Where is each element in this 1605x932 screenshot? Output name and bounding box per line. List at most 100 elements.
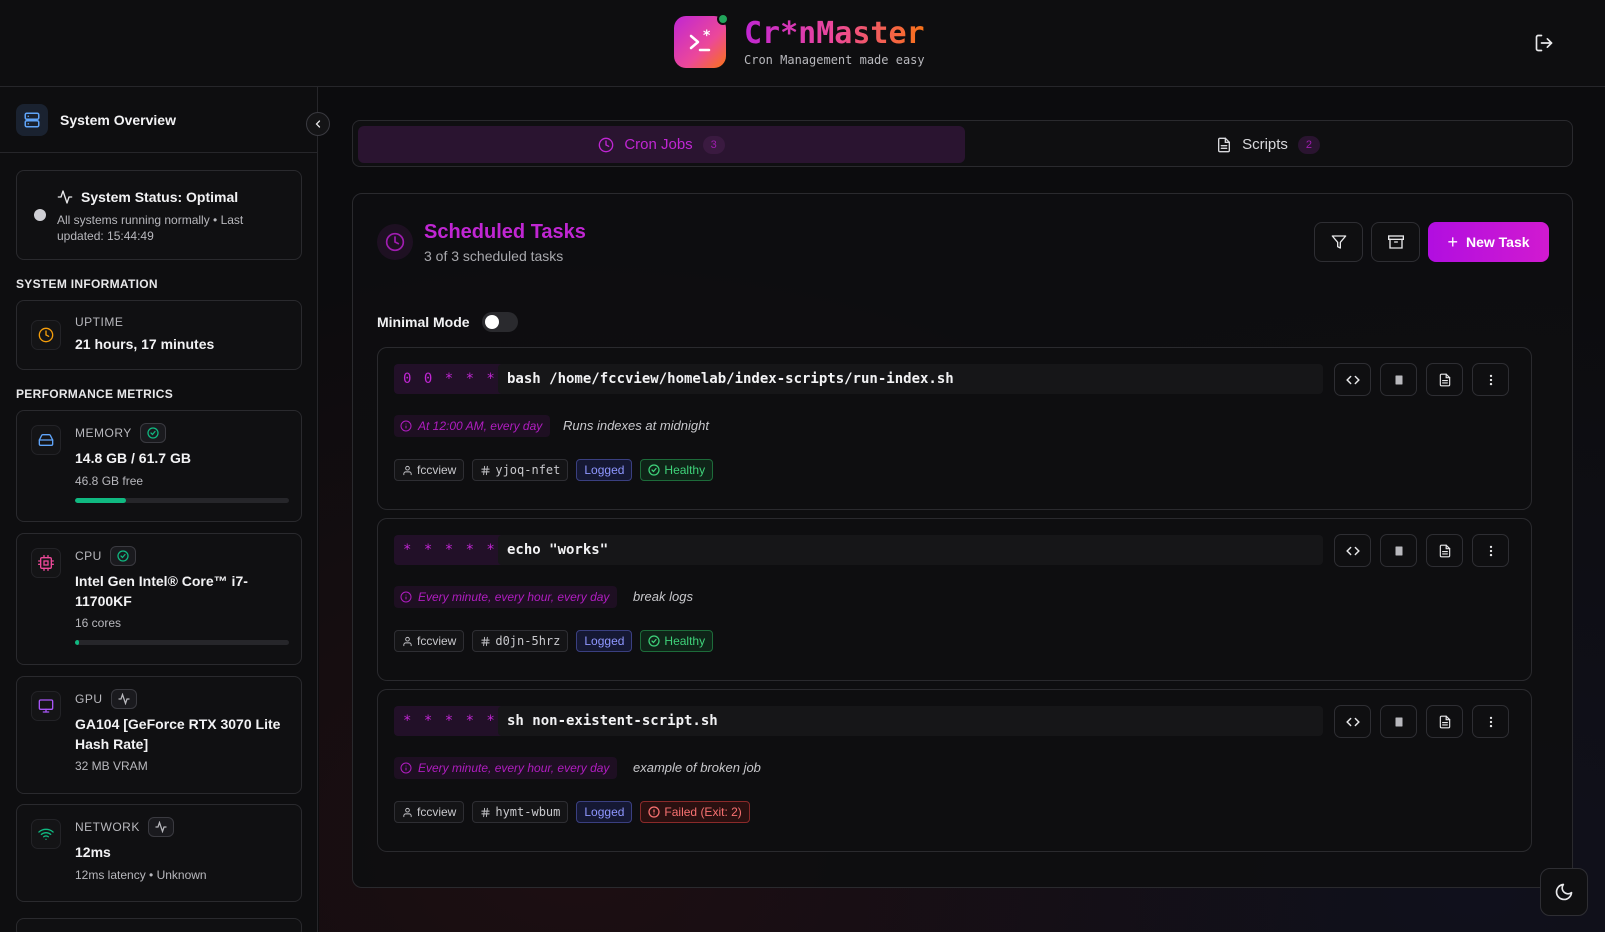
- cpu-value: Intel Gen Intel® Core™ i7-11700KF: [75, 573, 248, 609]
- stop-icon: [1395, 375, 1402, 384]
- info-icon: [400, 762, 412, 774]
- user-name: fccview: [417, 634, 457, 648]
- job-command[interactable]: echo "works": [498, 535, 1323, 565]
- cpu-usage-bar: [75, 640, 289, 645]
- code-icon: [1345, 546, 1360, 555]
- logout-icon: [1535, 34, 1553, 52]
- job-description: example of broken job: [633, 760, 761, 775]
- edit-code-button[interactable]: [1334, 363, 1371, 396]
- view-logs-button[interactable]: [1426, 534, 1463, 567]
- gpu-label: GPU: [75, 692, 103, 706]
- wifi-icon: [31, 819, 61, 849]
- next-card-peek: [16, 918, 302, 932]
- cron-schedule[interactable]: 0 0 * * *: [394, 364, 506, 394]
- tab-label: Cron Jobs: [624, 136, 693, 153]
- clock-icon: [31, 320, 61, 350]
- view-logs-button[interactable]: [1426, 363, 1463, 396]
- edit-code-button[interactable]: [1334, 705, 1371, 738]
- filter-button[interactable]: [1314, 222, 1363, 262]
- stop-icon: [1395, 717, 1402, 726]
- cron-schedule[interactable]: * * * * *: [394, 535, 506, 565]
- id-chip: yjoq-nfet: [472, 459, 569, 481]
- uptime-card: UPTIME 21 hours, 17 minutes: [16, 300, 302, 370]
- status-text: Failed (Exit: 2): [664, 805, 742, 819]
- hash-icon: [481, 636, 490, 646]
- minimal-mode-toggle[interactable]: [481, 312, 518, 332]
- user-name: fccview: [417, 805, 457, 819]
- activity-icon: [57, 190, 73, 204]
- sidebar-title: System Overview: [60, 111, 176, 128]
- status-indicator: [34, 209, 46, 221]
- gpu-value: GA104 [GeForce RTX 3070 Lite Hash Rate]: [75, 716, 281, 752]
- memory-free: 46.8 GB free: [75, 474, 144, 488]
- user-icon: [403, 636, 412, 646]
- performance-label: PERFORMANCE METRICS: [16, 387, 174, 401]
- job-tags: fccview d0jn-5hrz Logged Healthy: [394, 630, 714, 652]
- stop-button[interactable]: [1380, 363, 1417, 396]
- tab-count: 3: [702, 135, 725, 154]
- cron-schedule[interactable]: * * * * *: [394, 706, 506, 736]
- more-vertical-icon: [1489, 374, 1492, 385]
- online-dot: [717, 13, 729, 25]
- logout-button[interactable]: [1531, 30, 1557, 56]
- stop-icon: [1395, 546, 1402, 555]
- server-icon: [16, 103, 48, 136]
- edit-code-button[interactable]: [1334, 534, 1371, 567]
- logged-badge: Logged: [576, 459, 633, 481]
- view-logs-button[interactable]: [1426, 705, 1463, 738]
- hash-icon: [481, 465, 490, 475]
- collapse-sidebar-button[interactable]: [306, 112, 330, 136]
- clock-icon: [598, 137, 614, 152]
- brand: * Cr*nMaster Cron Management made easy: [674, 13, 925, 68]
- job-command[interactable]: bash /home/fccview/homelab/index-scripts…: [498, 364, 1323, 394]
- tab-scripts[interactable]: Scripts 2: [967, 126, 1569, 163]
- network-card: NETWORK 12ms 12ms latency • Unknown: [16, 804, 302, 902]
- archive-button[interactable]: [1371, 222, 1420, 262]
- cpu-icon: [31, 548, 61, 578]
- status-badge: Failed (Exit: 2): [640, 801, 750, 823]
- stop-button[interactable]: [1380, 705, 1417, 738]
- job-tags: fccview yjoq-nfet Logged Healthy: [394, 459, 714, 481]
- main-content: Cron Jobs 3 Scripts 2 Scheduled Tasks 3 …: [319, 87, 1605, 932]
- tab-label: Scripts: [1242, 136, 1288, 153]
- schedule-text: Every minute, every hour, every day: [418, 761, 610, 775]
- job-description: break logs: [633, 589, 693, 604]
- hard-drive-icon: [31, 425, 61, 455]
- status-badge: Healthy: [640, 459, 714, 481]
- cpu-usage-fill: [75, 640, 80, 645]
- stop-button[interactable]: [1380, 534, 1417, 567]
- more-options-button[interactable]: [1472, 534, 1509, 567]
- code-icon: [1345, 375, 1360, 384]
- tab-bar: Cron Jobs 3 Scripts 2: [352, 120, 1573, 167]
- more-vertical-icon: [1489, 716, 1492, 727]
- user-chip: fccview: [394, 630, 465, 652]
- more-options-button[interactable]: [1472, 363, 1509, 396]
- filter-icon: [1331, 235, 1346, 249]
- job-command[interactable]: sh non-existent-script.sh: [498, 706, 1323, 736]
- uptime-value: 21 hours, 17 minutes: [75, 336, 215, 352]
- more-options-button[interactable]: [1472, 705, 1509, 738]
- file-text-icon: [1439, 544, 1450, 557]
- svg-text:*: *: [703, 28, 711, 44]
- clock-icon: [377, 224, 413, 260]
- new-task-button[interactable]: + New Task: [1428, 222, 1549, 262]
- schedule-description: Every minute, every hour, every day: [394, 757, 618, 779]
- monitor-icon: [31, 691, 61, 721]
- user-chip: fccview: [394, 459, 465, 481]
- new-task-label: New Task: [1465, 234, 1530, 250]
- user-icon: [403, 465, 412, 475]
- activity-icon: [147, 817, 174, 837]
- status-title: System Status: Optimal: [81, 189, 239, 205]
- tab-cron-jobs[interactable]: Cron Jobs 3: [358, 126, 965, 163]
- job-tags: fccview hymt-wbum Logged Failed (Exit: 2…: [394, 801, 750, 823]
- terminal-asterisk-icon: *: [689, 28, 711, 52]
- hash-icon: [481, 807, 490, 817]
- scheduled-tasks-panel: Scheduled Tasks 3 of 3 scheduled tasks +…: [352, 193, 1573, 888]
- network-label: NETWORK: [75, 820, 140, 834]
- check-circle-icon: [139, 423, 166, 443]
- logged-badge: Logged: [576, 801, 633, 823]
- gpu-vram: 32 MB VRAM: [75, 759, 148, 773]
- network-value: 12ms: [75, 844, 111, 860]
- theme-toggle-button[interactable]: [1540, 868, 1588, 916]
- job-id: d0jn-5hrz: [495, 634, 561, 648]
